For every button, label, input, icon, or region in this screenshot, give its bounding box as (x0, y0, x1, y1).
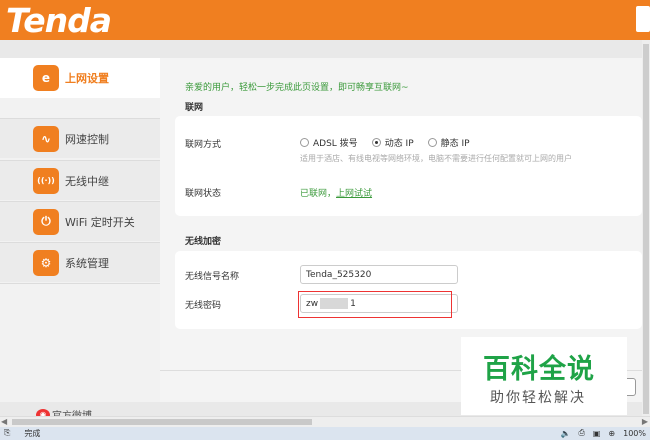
speed-wave-icon: ∿ (33, 125, 59, 152)
repeater-antenna-icon: ((·)) (33, 167, 59, 194)
system-gear-icon: ⚙ (33, 249, 59, 276)
browser-status-bar: ⎘ 完成 🔈 ⎙ ▣ ⊕ 100% (0, 427, 650, 440)
wifi-timer-icon: ⏻ (33, 208, 59, 235)
radio-dynamic-ip[interactable]: 动态 IP (371, 136, 414, 149)
sidebar: e 上网设置 ∿ 网速控制 ((·)) 无线中继 ⏻ WiFi 定时开关 ⚙ 系… (0, 58, 160, 422)
welcome-message: 亲爱的用户，轻松一步完成此页设置，即可畅享互联网~ (185, 83, 409, 93)
sidebar-item-label: 系统管理 (65, 256, 109, 270)
sidebar-item-label: 无线中继 (65, 174, 109, 188)
dynamic-ip-hint: 适用于酒店、有线电视等网络环境，电脑不需要进行任何配置就可上网的用户 (300, 154, 572, 163)
connection-status: 已联网，上网试试 (300, 186, 372, 199)
radio-static-ip[interactable]: 静态 IP (427, 136, 470, 149)
status-page-icon: ⎘ (4, 428, 11, 437)
tenda-logo: Tenda (6, 1, 112, 40)
sidebar-item-wireless-repeater[interactable]: ((·)) 无线中继 (0, 160, 160, 200)
header-menu-button[interactable] (636, 6, 650, 32)
watermark-title: 百科全说 (483, 354, 595, 385)
sidebar-item-label: 网速控制 (65, 132, 109, 146)
connection-status-label: 联网状态 (185, 189, 222, 199)
sidebar-item-label: 上网设置 (65, 72, 109, 85)
sidebar-item-label: WiFi 定时开关 (65, 215, 135, 229)
internet-e-icon: e (33, 65, 59, 91)
radio-static-ip-label: 静态 IP (440, 139, 470, 149)
watermark-subtitle: 助你轻松解决 (490, 390, 586, 406)
password-label: 无线密码 (185, 301, 222, 311)
horizontal-scrollbar[interactable]: ◀ ▶ (0, 416, 650, 427)
sidebar-item-internet-settings[interactable]: e 上网设置 (0, 58, 160, 98)
radio-dynamic-ip-circle[interactable] (371, 138, 381, 147)
wireless-panel: 无线信号名称 Tenda_525320 无线密码 zw 1 (175, 251, 642, 329)
vertical-scrollbar[interactable] (642, 40, 650, 416)
vertical-scroll-thumb[interactable] (643, 44, 649, 414)
sidebar-divider (0, 283, 160, 284)
radio-static-ip-circle[interactable] (427, 138, 437, 147)
internet-panel: 联网方式 ADSL 拨号 动态 IP 静态 IP 适用于酒店、有线电视等网络环境… (175, 116, 642, 216)
password-highlight-box (298, 291, 452, 318)
print-icon[interactable]: ⎙ (578, 428, 584, 438)
sidebar-item-speed-control[interactable]: ∿ 网速控制 (0, 118, 160, 158)
speaker-icon[interactable]: 🔈 (560, 429, 570, 438)
internet-section-title: 联网 (185, 103, 204, 113)
radio-adsl-circle[interactable] (300, 138, 309, 147)
scroll-left-icon[interactable]: ◀ (1, 417, 7, 426)
status-text: 已联网， (300, 189, 337, 199)
zoom-level[interactable]: 100% (623, 429, 646, 438)
ssid-label: 无线信号名称 (185, 272, 240, 282)
horizontal-scroll-thumb[interactable] (12, 419, 312, 425)
header-spacer (0, 40, 650, 58)
window-icon[interactable]: ▣ (593, 429, 601, 438)
try-internet-link[interactable]: 上网试试 (336, 189, 372, 199)
radio-dynamic-ip-label: 动态 IP (384, 139, 414, 149)
connection-mode-label: 联网方式 (185, 140, 222, 150)
scroll-right-icon[interactable]: ▶ (642, 417, 648, 426)
header-bar: Tenda (0, 0, 650, 40)
connection-mode-group: ADSL 拨号 动态 IP 静态 IP (300, 136, 484, 149)
radio-adsl[interactable]: ADSL 拨号 (300, 136, 358, 149)
radio-adsl-label: ADSL 拨号 (313, 139, 358, 149)
zoom-icon[interactable]: ⊕ (608, 429, 615, 438)
sidebar-item-system-management[interactable]: ⚙ 系统管理 (0, 242, 160, 282)
wireless-section-title: 无线加密 (185, 237, 222, 247)
status-text: 完成 (24, 429, 41, 438)
ssid-input[interactable]: Tenda_525320 (300, 265, 458, 284)
watermark: 百科全说 助你轻松解决 (461, 337, 627, 415)
sidebar-item-wifi-timer[interactable]: ⏻ WiFi 定时开关 (0, 201, 160, 241)
